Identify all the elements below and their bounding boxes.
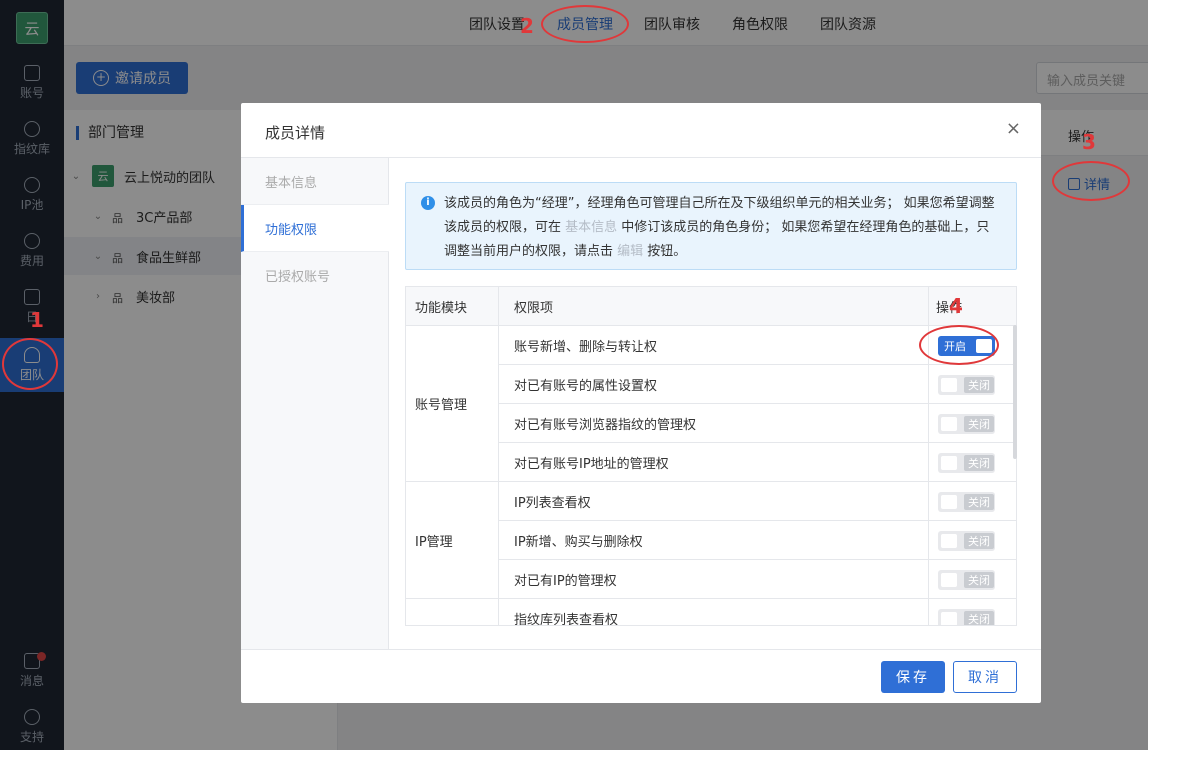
permission-toggle[interactable]: 关闭 [938, 453, 995, 473]
modal-footer-divider [241, 649, 1041, 650]
toggle-state-label: 关闭 [964, 377, 994, 393]
toggle-state-label: 关闭 [964, 416, 994, 432]
permission-row: 指纹库列表查看权 关闭 [498, 599, 1016, 626]
permission-toggle[interactable]: 关闭 [938, 375, 995, 395]
column-divider [498, 287, 499, 625]
permission-row: 对已有账号的属性设置权 关闭 [498, 365, 1016, 404]
info-text: 按钮。 [643, 244, 687, 259]
toggle-knob [941, 417, 957, 431]
toggle-state-label: 关闭 [964, 494, 994, 510]
permission-label: IP新增、购买与删除权 [514, 534, 643, 550]
cancel-button[interactable]: 取消 [953, 661, 1017, 693]
permission-toggle[interactable]: 关闭 [938, 570, 995, 590]
annotation-circle-toggle [919, 325, 999, 365]
permission-toggle[interactable]: 关闭 [938, 531, 995, 551]
page-margin-right [1148, 0, 1178, 780]
module-cell: 账号管理 [406, 326, 498, 482]
permission-row: 对已有账号IP地址的管理权 关闭 [498, 443, 1016, 482]
permission-label: 账号新增、删除与转让权 [514, 339, 658, 355]
modal-side-nav: 基本信息 功能权限 已授权账号 [241, 158, 389, 649]
permission-label: IP列表查看权 [514, 495, 591, 511]
edit-link[interactable]: 编辑 [617, 244, 643, 259]
save-button[interactable]: 保存 [881, 661, 945, 693]
annotation-circle-team [2, 338, 58, 390]
permission-label: 对已有账号浏览器指纹的管理权 [514, 417, 697, 433]
permission-toggle[interactable]: 关闭 [938, 414, 995, 434]
header-permission: 权限项 [514, 300, 554, 316]
permission-toggle[interactable]: 关闭 [938, 609, 995, 625]
permission-toggle[interactable]: 关闭 [938, 492, 995, 512]
permission-label: 指纹库列表查看权 [514, 612, 619, 626]
permission-row: IP列表查看权 关闭 [498, 482, 1016, 521]
member-detail-modal: 成员详情 × 基本信息 功能权限 已授权账号 i 该成员的角色为“经理”，经理角… [241, 103, 1041, 703]
close-icon[interactable]: × [1006, 120, 1021, 138]
toggle-knob [941, 456, 957, 470]
permission-label: 对已有账号的属性设置权 [514, 378, 658, 394]
page-margin-bottom [0, 750, 1178, 780]
toggle-knob [941, 612, 957, 625]
annotation-number: 1 [30, 308, 44, 332]
toggle-state-label: 关闭 [964, 455, 994, 471]
header-module: 功能模块 [415, 300, 468, 316]
permission-label: 对已有IP的管理权 [514, 573, 617, 589]
toggle-state-label: 关闭 [964, 611, 994, 625]
role-info-alert: i 该成员的角色为“经理”，经理角色可管理自己所在及下级组织单元的相关业务； 如… [405, 182, 1017, 270]
permissions-scrollbar[interactable] [1013, 325, 1017, 459]
toggle-knob [941, 495, 957, 509]
toggle-state-label: 关闭 [964, 572, 994, 588]
app-window: 云 账号 指纹库 IP池 费用 日 团队 消息 支持 团队设置 成员管理 团队审… [0, 0, 1148, 750]
toggle-state-label: 关闭 [964, 533, 994, 549]
info-icon: i [421, 196, 435, 210]
annotation-number: 2 [520, 14, 534, 38]
toggle-knob [941, 534, 957, 548]
toggle-knob [941, 573, 957, 587]
annotation-number: 4 [949, 294, 963, 318]
module-cell: IP管理 [406, 482, 498, 599]
modal-title: 成员详情 [265, 124, 326, 142]
modal-nav-function-permissions[interactable]: 功能权限 [241, 205, 389, 252]
toggle-knob [941, 378, 957, 392]
annotation-number: 3 [1082, 130, 1096, 154]
permission-row: IP新增、购买与删除权 关闭 [498, 521, 1016, 560]
modal-nav-authorized-accounts[interactable]: 已授权账号 [241, 252, 389, 299]
permission-row: 对已有账号浏览器指纹的管理权 关闭 [498, 404, 1016, 443]
module-cell [406, 599, 498, 625]
annotation-circle-detail [1052, 161, 1130, 201]
annotation-circle-member-tab [541, 5, 629, 43]
permission-row: 对已有IP的管理权 关闭 [498, 560, 1016, 599]
permission-label: 对已有账号IP地址的管理权 [514, 456, 669, 472]
modal-nav-basic-info[interactable]: 基本信息 [241, 158, 389, 205]
basic-info-link[interactable]: 基本信息 [565, 220, 617, 235]
